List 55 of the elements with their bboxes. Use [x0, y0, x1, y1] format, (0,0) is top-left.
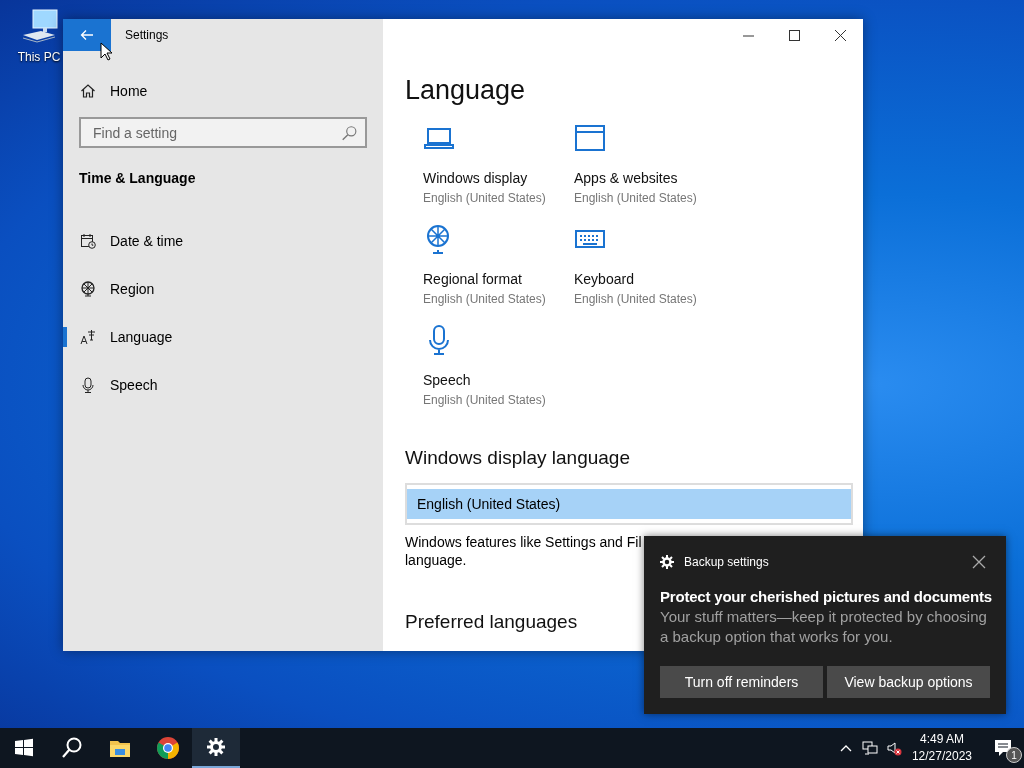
gear-icon [660, 555, 674, 569]
speaker-muted-icon[interactable] [885, 740, 902, 756]
tile-value: English (United States) [423, 191, 546, 205]
nav-item[interactable]: Speech [63, 361, 383, 409]
close-icon[interactable] [972, 555, 986, 569]
section-heading: Time & Language [79, 170, 197, 186]
description-text: language. [405, 551, 467, 569]
taskbar-button[interactable] [192, 728, 240, 768]
notification-icon[interactable] [994, 739, 1012, 757]
tile-label[interactable]: Keyboard [574, 271, 697, 287]
tile-value: English (United States) [423, 393, 546, 407]
toast-message: Your stuff matters—keep it protected by choosing a backup option that works for you. [660, 607, 988, 647]
window-title: Settings [125, 28, 169, 42]
section-heading: Windows display language [405, 447, 631, 469]
maximize-icon[interactable] [788, 29, 800, 41]
gear-icon [204, 735, 228, 759]
tile-label[interactable]: Regional format [423, 271, 546, 287]
tile-value: English (United States) [574, 191, 697, 205]
toast-app-name: Backup settings [684, 555, 770, 569]
page-title: Language [405, 75, 527, 106]
desktop-icon-label[interactable]: This PC [17, 50, 61, 64]
tile-value: English (United States) [423, 292, 546, 306]
back-arrow-icon [80, 29, 94, 41]
window-icon[interactable] [574, 122, 606, 154]
search-icon [341, 124, 357, 141]
clock-time[interactable]: 4:49 AM [919, 731, 964, 748]
section-heading: Preferred languages [405, 611, 578, 633]
description-text: Windows features like Settings and Fil [405, 533, 642, 551]
tile-value: English (United States) [574, 292, 697, 306]
tile-label[interactable]: Speech [423, 372, 546, 388]
back-button[interactable] [63, 19, 111, 51]
calendar-clock-icon [80, 233, 96, 249]
close-icon[interactable] [834, 29, 846, 41]
search-field[interactable]: Find a setting [79, 117, 367, 148]
nav-item[interactable]: Region [63, 265, 383, 313]
microphone-icon [80, 377, 96, 393]
toast-title: Protect your cherished pictures and documents [660, 588, 990, 605]
language-icon [80, 329, 96, 345]
home-icon [80, 83, 96, 99]
nav-item[interactable]: Language [63, 313, 383, 361]
globe-icon [80, 281, 96, 297]
notification-count: 1 [1006, 747, 1022, 763]
browser-icon [156, 736, 180, 760]
home-link[interactable]: Home [80, 83, 148, 99]
search-input[interactable]: Find a setting [91, 123, 341, 142]
nav-item[interactable]: Date & time [63, 217, 383, 265]
tile-label[interactable]: Windows display [423, 170, 546, 186]
network-icon[interactable] [861, 740, 878, 756]
toast-button[interactable]: Turn off reminders [660, 666, 823, 698]
tile-label[interactable]: Apps & websites [574, 170, 697, 186]
clock-date[interactable]: 12/27/2023 [911, 748, 972, 765]
cursor-icon [100, 42, 114, 62]
search-icon [60, 736, 84, 760]
list-item[interactable]: English (United States) [407, 489, 851, 519]
toast-button[interactable]: View backup options [827, 666, 990, 698]
